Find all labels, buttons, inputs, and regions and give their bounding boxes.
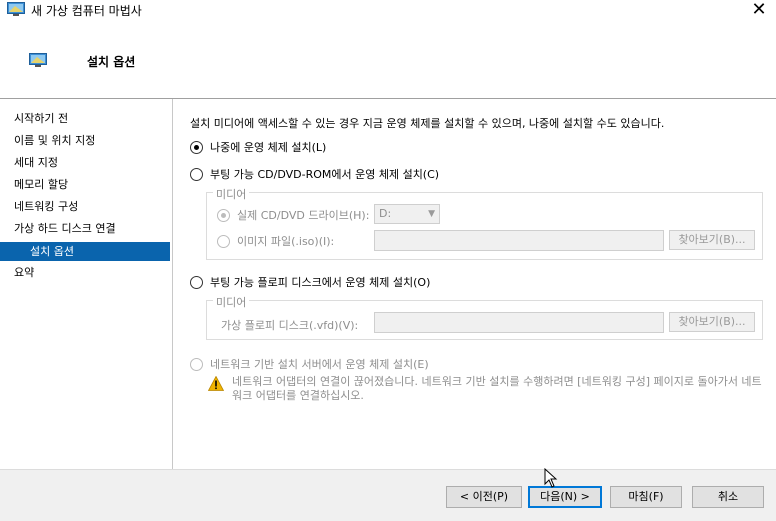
sidebar-item-before-you-begin[interactable]: 시작하기 전: [0, 109, 170, 128]
virtual-machine-icon: [29, 53, 47, 67]
title-bar: 새 가상 컴퓨터 마법사 ✕: [0, 0, 776, 22]
virtual-machine-icon: [7, 2, 25, 16]
browse-vfd-button[interactable]: 찾아보기(B)...: [669, 312, 755, 332]
cd-media-group: 미디어 실제 CD/DVD 드라이브(H): D: ▼ 이미지 파일(.iso)…: [206, 186, 763, 260]
floppy-media-group-label: 미디어: [213, 294, 250, 310]
cd-media-group-label: 미디어: [213, 186, 250, 202]
option-physical-drive[interactable]: 실제 CD/DVD 드라이브(H):: [217, 207, 369, 223]
cancel-button[interactable]: 취소: [692, 486, 764, 508]
close-icon[interactable]: ✕: [742, 0, 776, 22]
option-install-floppy[interactable]: 부팅 가능 플로피 디스크에서 운영 체제 설치(O): [190, 274, 430, 290]
option-image-file[interactable]: 이미지 파일(.iso)(I):: [217, 233, 334, 249]
floppy-media-group: 미디어 가상 플로피 디스크(.vfd)(V): 찾아보기(B)...: [206, 294, 763, 340]
vfd-label: 가상 플로피 디스크(.vfd)(V):: [221, 319, 359, 332]
previous-button[interactable]: < 이전(P): [446, 486, 522, 508]
chevron-down-icon: ▼: [428, 209, 435, 219]
radio-physical-drive[interactable]: [217, 208, 230, 222]
sidebar-item-virtual-hard-disk[interactable]: 가상 하드 디스크 연결: [0, 219, 170, 238]
radio-install-network[interactable]: [190, 357, 203, 371]
option-install-later-label: 나중에 운영 체제 설치(L): [210, 141, 327, 154]
browse-iso-button[interactable]: 찾아보기(B)...: [669, 230, 755, 250]
option-install-network[interactable]: 네트워크 기반 설치 서버에서 운영 체제 설치(E): [190, 356, 429, 372]
radio-install-later[interactable]: [190, 140, 203, 154]
option-install-cd-label: 부팅 가능 CD/DVD-ROM에서 운영 체제 설치(C): [210, 168, 440, 181]
wizard-header: 설치 옵션: [0, 22, 776, 98]
wizard-footer: < 이전(P) 다음(N) > 마침(F) 취소: [0, 469, 776, 521]
sidebar-item-memory[interactable]: 메모리 할당: [0, 175, 170, 194]
radio-install-cd[interactable]: [190, 167, 203, 181]
image-file-input[interactable]: [374, 230, 664, 251]
next-button[interactable]: 다음(N) >: [528, 486, 602, 508]
mouse-cursor-icon: [544, 468, 558, 488]
option-install-cd[interactable]: 부팅 가능 CD/DVD-ROM에서 운영 체제 설치(C): [190, 166, 439, 182]
physical-drive-select[interactable]: D: ▼: [374, 204, 440, 224]
finish-button[interactable]: 마침(F): [610, 486, 682, 508]
wizard-steps: 시작하기 전 이름 및 위치 지정 세대 지정 메모리 할당 네트워킹 구성 가…: [0, 99, 173, 469]
sidebar-item-name-location[interactable]: 이름 및 위치 지정: [0, 131, 170, 150]
page-title: 설치 옵션: [87, 55, 136, 69]
sidebar-item-installation-options[interactable]: 설치 옵션: [0, 242, 170, 261]
image-file-label: 이미지 파일(.iso)(I):: [237, 235, 335, 248]
physical-drive-value: D:: [379, 207, 392, 220]
content-panel: 설치 미디어에 액세스할 수 있는 경우 지금 운영 체제를 설치할 수 있으며…: [174, 99, 776, 469]
radio-image-file[interactable]: [217, 234, 230, 248]
network-warning-text: 네트워크 어댑터의 연결이 끊어졌습니다. 네트워크 기반 설치를 수행하려면 …: [232, 375, 762, 402]
warning-icon: [208, 376, 224, 391]
physical-drive-label: 실제 CD/DVD 드라이브(H):: [237, 209, 370, 222]
window-title: 새 가상 컴퓨터 마법사: [31, 4, 142, 18]
option-install-later[interactable]: 나중에 운영 체제 설치(L): [190, 139, 326, 155]
sidebar-item-generation[interactable]: 세대 지정: [0, 153, 170, 172]
radio-install-floppy[interactable]: [190, 275, 203, 289]
sidebar-item-summary[interactable]: 요약: [0, 263, 170, 282]
sidebar-item-networking[interactable]: 네트워킹 구성: [0, 197, 170, 216]
option-install-floppy-label: 부팅 가능 플로피 디스크에서 운영 체제 설치(O): [210, 276, 431, 289]
vfd-file-input[interactable]: [374, 312, 664, 333]
option-install-network-label: 네트워크 기반 설치 서버에서 운영 체제 설치(E): [210, 358, 429, 371]
intro-text: 설치 미디어에 액세스할 수 있는 경우 지금 운영 체제를 설치할 수 있으며…: [190, 117, 665, 130]
